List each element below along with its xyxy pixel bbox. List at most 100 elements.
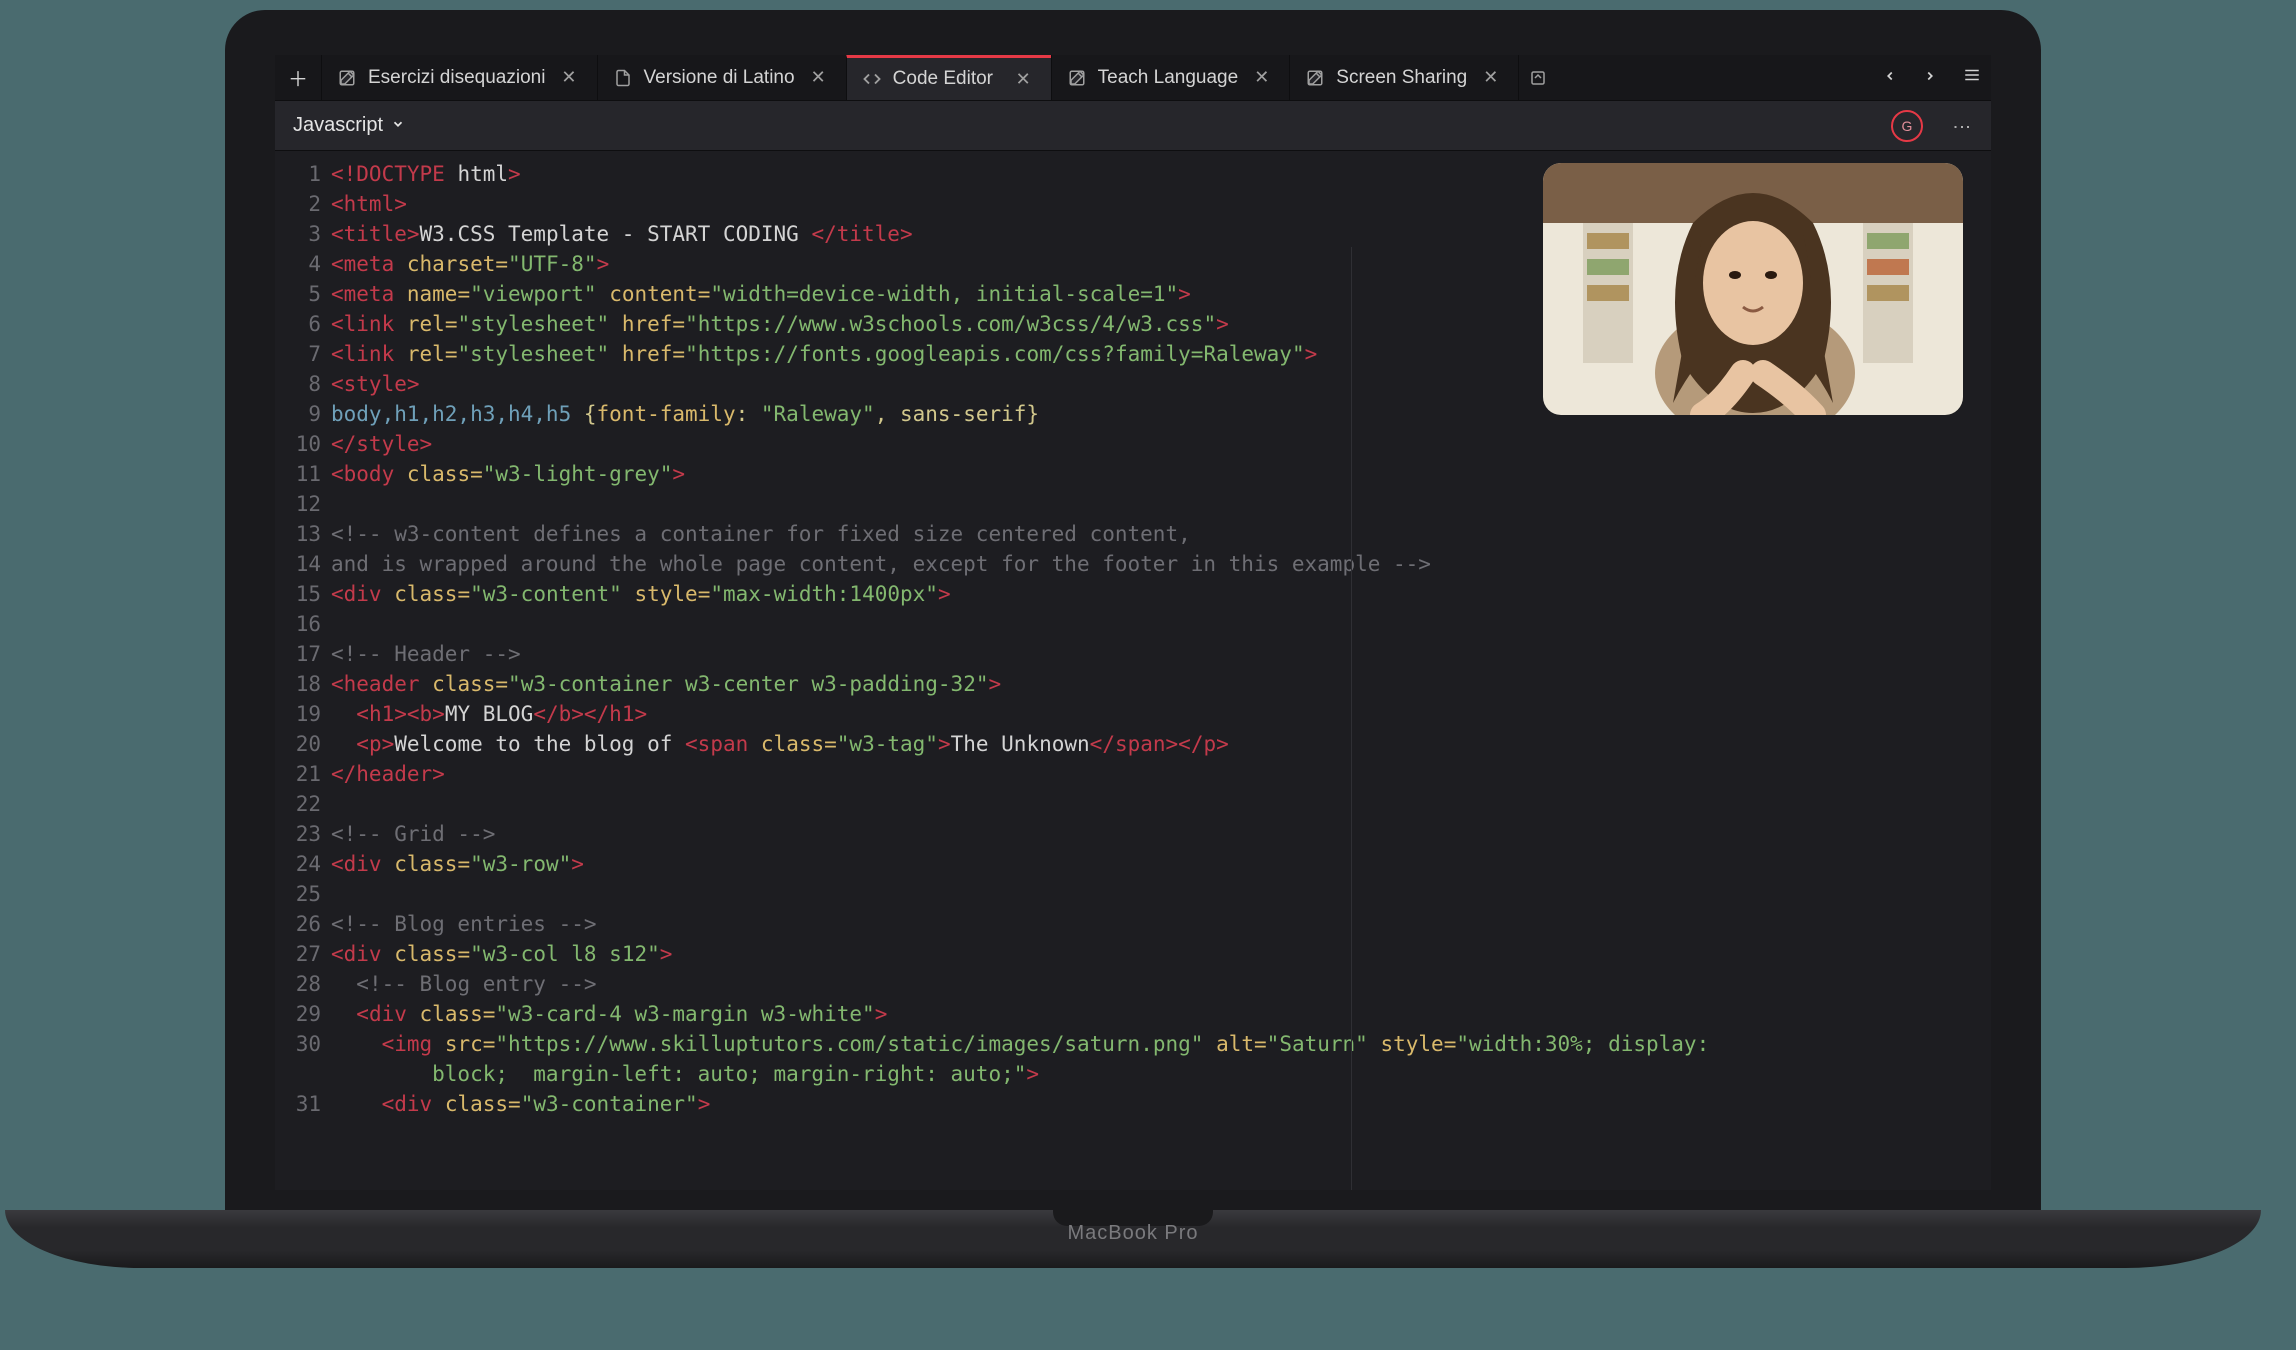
language-selector[interactable]: Javascript bbox=[293, 114, 405, 137]
code-line[interactable]: <!-- Grid --> bbox=[331, 819, 1991, 849]
tab-teach-language[interactable]: Teach Language ✕ bbox=[1051, 55, 1290, 100]
pencil-square-icon bbox=[1529, 69, 1547, 87]
code-line[interactable]: <div class="w3-card-4 w3-margin w3-white… bbox=[331, 999, 1991, 1029]
line-number: 16 bbox=[275, 609, 321, 639]
line-number: 11 bbox=[275, 459, 321, 489]
line-number: 3 bbox=[275, 219, 321, 249]
tab-partial[interactable] bbox=[1518, 55, 1558, 100]
line-number: 9 bbox=[275, 399, 321, 429]
tab-nav bbox=[1873, 55, 1991, 100]
line-number: 26 bbox=[275, 909, 321, 939]
tab-label: Versione di Latino bbox=[644, 67, 795, 89]
code-line[interactable]: <img src="https://www.skilluptutors.com/… bbox=[331, 1029, 1991, 1059]
pencil-square-icon bbox=[338, 69, 356, 87]
hamburger-menu-button[interactable] bbox=[1963, 66, 1981, 89]
line-number: 25 bbox=[275, 879, 321, 909]
line-number: 10 bbox=[275, 429, 321, 459]
screen-border: ＋ Esercizi disequazioni✕Versione di Lati… bbox=[225, 10, 2041, 1210]
line-number: 27 bbox=[275, 939, 321, 969]
line-number: 31 bbox=[275, 1089, 321, 1119]
line-number: 28 bbox=[275, 969, 321, 999]
line-number: 17 bbox=[275, 639, 321, 669]
code-line[interactable]: <body class="w3-light-grey"> bbox=[331, 459, 1991, 489]
editor-toolbar: Javascript G ⋮ bbox=[275, 101, 1991, 151]
line-number: 8 bbox=[275, 369, 321, 399]
code-line[interactable]: and is wrapped around the whole page con… bbox=[331, 549, 1991, 579]
code-line[interactable]: <div class="w3-content" style="max-width… bbox=[331, 579, 1991, 609]
screen: ＋ Esercizi disequazioni✕Versione di Lati… bbox=[275, 55, 1991, 1190]
tab-versione-di-latino[interactable]: Versione di Latino ✕ bbox=[597, 55, 846, 100]
code-line[interactable]: <div class="w3-container"> bbox=[331, 1089, 1991, 1119]
more-options-button[interactable]: ⋮ bbox=[1951, 118, 1973, 134]
tab-label: Esercizi disequazioni bbox=[368, 67, 545, 89]
prev-tab-button[interactable] bbox=[1883, 67, 1897, 88]
tab-bar: ＋ Esercizi disequazioni✕Versione di Lati… bbox=[275, 55, 1991, 101]
file-icon bbox=[614, 69, 632, 87]
line-number-gutter: 1234567891011121314151617181920212223242… bbox=[275, 151, 331, 1190]
line-number: 19 bbox=[275, 699, 321, 729]
tab-esercizi-disequazioni[interactable]: Esercizi disequazioni ✕ bbox=[321, 55, 597, 100]
language-selector-label: Javascript bbox=[293, 114, 383, 137]
laptop-label: MacBook Pro bbox=[225, 1222, 2041, 1245]
code-icon bbox=[863, 70, 881, 88]
line-number: 23 bbox=[275, 819, 321, 849]
tab-screen-sharing[interactable]: Screen Sharing ✕ bbox=[1289, 55, 1518, 100]
line-number: 20 bbox=[275, 729, 321, 759]
line-number: 30 bbox=[275, 1029, 321, 1059]
code-line[interactable]: <!-- w3-content defines a container for … bbox=[331, 519, 1991, 549]
line-number: 5 bbox=[275, 279, 321, 309]
new-tab-button[interactable]: ＋ bbox=[275, 55, 321, 100]
close-tab-button[interactable]: ✕ bbox=[557, 67, 580, 88]
code-line[interactable] bbox=[331, 489, 1991, 519]
line-number: 7 bbox=[275, 339, 321, 369]
line-number: 24 bbox=[275, 849, 321, 879]
line-number bbox=[275, 1059, 321, 1089]
code-line[interactable]: <!-- Header --> bbox=[331, 639, 1991, 669]
code-line[interactable]: </style> bbox=[331, 429, 1991, 459]
chevron-down-icon bbox=[391, 114, 405, 137]
user-avatar[interactable]: G bbox=[1891, 110, 1923, 142]
code-editor[interactable]: 1234567891011121314151617181920212223242… bbox=[275, 151, 1991, 1190]
plus-icon: ＋ bbox=[288, 63, 308, 92]
code-line[interactable]: <!-- Blog entries --> bbox=[331, 909, 1991, 939]
line-number: 6 bbox=[275, 309, 321, 339]
code-line[interactable]: </header> bbox=[331, 759, 1991, 789]
code-line[interactable]: <div class="w3-row"> bbox=[331, 849, 1991, 879]
close-tab-button[interactable]: ✕ bbox=[1250, 67, 1273, 88]
code-line[interactable] bbox=[331, 879, 1991, 909]
avatar-initial: G bbox=[1902, 118, 1913, 134]
code-line[interactable] bbox=[331, 609, 1991, 639]
video-call-tile[interactable] bbox=[1543, 163, 1963, 415]
line-number: 14 bbox=[275, 549, 321, 579]
line-number: 13 bbox=[275, 519, 321, 549]
editor-ruler bbox=[1351, 247, 1352, 1190]
line-number: 2 bbox=[275, 189, 321, 219]
code-line[interactable]: <h1><b>MY BLOG</b></h1> bbox=[331, 699, 1991, 729]
next-tab-button[interactable] bbox=[1923, 67, 1937, 88]
line-number: 22 bbox=[275, 789, 321, 819]
tab-label: Code Editor bbox=[893, 68, 993, 90]
code-line[interactable]: <div class="w3-col l8 s12"> bbox=[331, 939, 1991, 969]
line-number: 4 bbox=[275, 249, 321, 279]
line-number: 12 bbox=[275, 489, 321, 519]
close-tab-button[interactable]: ✕ bbox=[1479, 67, 1502, 88]
close-tab-button[interactable]: ✕ bbox=[807, 67, 830, 88]
code-line[interactable]: <p>Welcome to the blog of <span class="w… bbox=[331, 729, 1991, 759]
line-number: 21 bbox=[275, 759, 321, 789]
line-number: 18 bbox=[275, 669, 321, 699]
line-number: 15 bbox=[275, 579, 321, 609]
laptop-frame: ＋ Esercizi disequazioni✕Versione di Lati… bbox=[225, 10, 2041, 1260]
code-line[interactable] bbox=[331, 789, 1991, 819]
line-number: 29 bbox=[275, 999, 321, 1029]
code-line[interactable]: <header class="w3-container w3-center w3… bbox=[331, 669, 1991, 699]
close-tab-button[interactable]: ✕ bbox=[1012, 69, 1035, 90]
code-line[interactable]: <!-- Blog entry --> bbox=[331, 969, 1991, 999]
line-number: 1 bbox=[275, 159, 321, 189]
tab-label: Teach Language bbox=[1098, 67, 1239, 89]
code-line[interactable]: block; margin-left: auto; margin-right: … bbox=[331, 1059, 1991, 1089]
tab-label: Screen Sharing bbox=[1336, 67, 1467, 89]
video-participant-image bbox=[1543, 163, 1963, 415]
pencil-square-icon bbox=[1068, 69, 1086, 87]
pencil-square-icon bbox=[1306, 69, 1324, 87]
tab-code-editor[interactable]: Code Editor ✕ bbox=[846, 55, 1051, 100]
